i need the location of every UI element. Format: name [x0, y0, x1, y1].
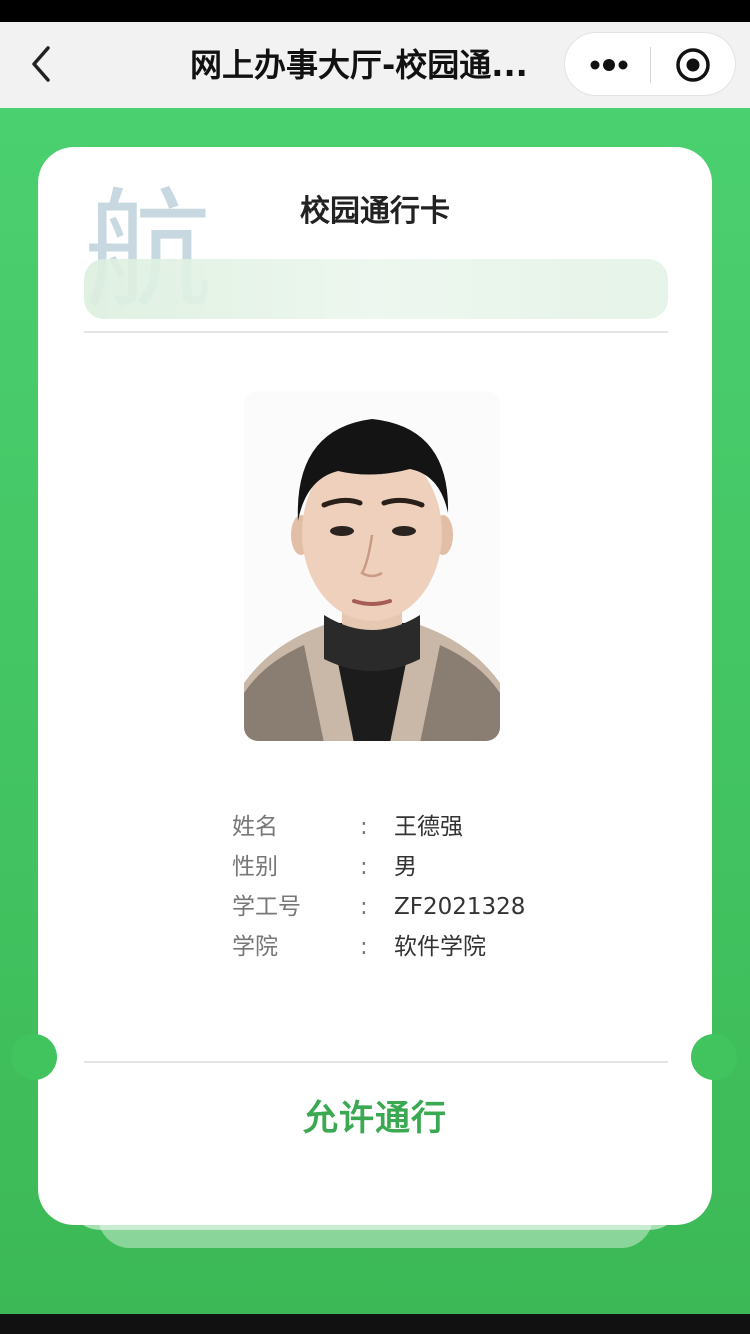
portrait-image	[234, 383, 510, 743]
value-id: ZF2021328	[394, 894, 526, 920]
ticket-divider	[84, 1061, 668, 1063]
home-indicator-bar	[0, 1314, 750, 1334]
value-college: 软件学院	[394, 934, 486, 960]
verification-strip	[84, 259, 668, 319]
title-divider	[84, 331, 668, 333]
colon: :	[360, 854, 368, 880]
capsule-divider	[650, 47, 651, 83]
portrait-photo	[234, 383, 510, 743]
pass-status: 允许通行	[302, 1099, 447, 1139]
more-button[interactable]	[579, 43, 639, 87]
label-college: 学院	[232, 934, 278, 960]
back-button[interactable]	[20, 40, 64, 88]
label-gender: 性别	[232, 854, 278, 880]
target-close-icon	[676, 48, 710, 82]
info-row-college: 学院 : 软件学院	[232, 927, 652, 967]
colon: :	[360, 894, 368, 920]
colon: :	[360, 814, 368, 840]
chevron-left-icon	[32, 46, 50, 82]
nav-bar: 网上办事大厅-校园通...	[0, 22, 750, 108]
colon: :	[360, 934, 368, 960]
screen: 网上办事大厅-校园通... 航 校园通行卡 姓名: 王德强 性别: 男 学工…	[0, 0, 750, 1334]
value-name: 王德强	[394, 814, 463, 840]
label-name: 姓名	[232, 814, 278, 840]
campus-pass-card: 航 校园通行卡 姓名: 王德强 性别: 男 学工号: ZF2021328 …	[38, 147, 712, 1225]
value-gender: 男	[394, 854, 417, 880]
ticket-notch-right	[691, 1034, 737, 1080]
label-id: 学工号	[232, 894, 301, 920]
page-title: 网上办事大厅-校园通...	[190, 46, 528, 84]
card-title: 校园通行卡	[300, 194, 450, 229]
more-dots-icon	[590, 59, 628, 71]
status-bar	[0, 0, 750, 22]
info-row-name: 姓名 : 王德强	[232, 807, 652, 847]
info-row-id: 学工号 : ZF2021328	[232, 887, 652, 927]
miniprogram-capsule	[564, 32, 736, 96]
personal-info: 姓名 : 王德强 性别 : 男 学工号 : ZF2021328 学院 : 软件学…	[232, 807, 652, 967]
info-row-gender: 性别 : 男	[232, 847, 652, 887]
close-button[interactable]	[665, 43, 721, 87]
ticket-notch-left	[11, 1034, 57, 1080]
